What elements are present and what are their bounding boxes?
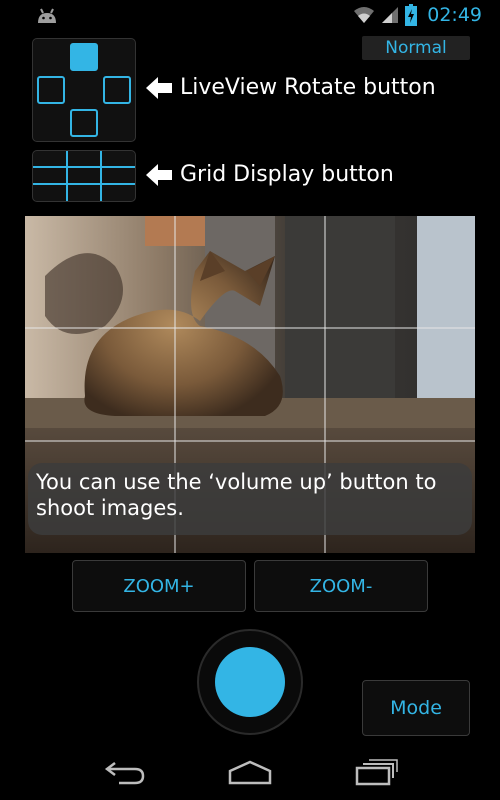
home-button[interactable] bbox=[224, 756, 276, 788]
rotate-callout: LiveView Rotate button bbox=[146, 75, 436, 100]
liveview-rotate-button[interactable] bbox=[32, 38, 136, 142]
zoom-in-button[interactable]: ZOOM+ bbox=[72, 560, 246, 612]
volume-tip: You can use the ‘volume up’ button to sh… bbox=[28, 463, 472, 535]
recent-apps-button[interactable] bbox=[350, 756, 402, 788]
arrow-left-icon bbox=[146, 76, 172, 99]
navigation-bar bbox=[0, 744, 500, 800]
recent-apps-icon bbox=[355, 759, 398, 786]
grid-callout-label: Grid Display button bbox=[180, 162, 394, 187]
grid-display-button[interactable] bbox=[32, 150, 136, 202]
mode-indicator: Normal bbox=[362, 36, 470, 60]
back-icon bbox=[104, 762, 145, 785]
battery-charging-icon bbox=[405, 4, 418, 26]
rotate-left-square bbox=[37, 76, 65, 104]
back-button[interactable] bbox=[99, 756, 151, 788]
status-bar: 02:49 bbox=[0, 0, 500, 32]
zoom-out-button[interactable]: ZOOM- bbox=[254, 560, 428, 612]
arrow-left-icon bbox=[146, 163, 172, 186]
grid-callout: Grid Display button bbox=[146, 162, 394, 187]
wifi-icon bbox=[354, 7, 375, 23]
signal-icon bbox=[382, 7, 399, 23]
status-icons: 02:49 bbox=[353, 4, 482, 26]
grid-icon bbox=[33, 151, 135, 201]
rotate-down-square bbox=[70, 109, 98, 137]
shutter-button[interactable] bbox=[215, 647, 285, 717]
android-debug-icon bbox=[38, 8, 56, 23]
home-icon bbox=[228, 760, 272, 785]
status-time: 02:49 bbox=[427, 4, 482, 26]
rotate-callout-label: LiveView Rotate button bbox=[180, 75, 436, 100]
rotate-right-square bbox=[103, 76, 131, 104]
mode-button[interactable]: Mode bbox=[362, 680, 470, 736]
rotate-up-square bbox=[70, 43, 98, 71]
